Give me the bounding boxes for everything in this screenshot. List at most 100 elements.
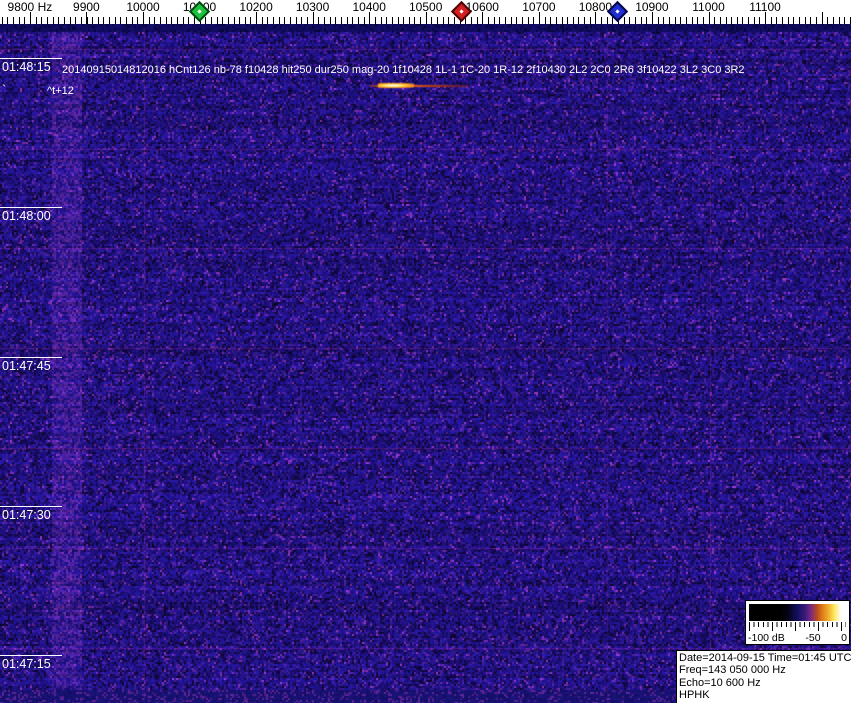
- ruler-minor-tick: [80, 17, 82, 24]
- ruler-minor-tick: [12, 17, 14, 24]
- ruler-minor-tick: [41, 17, 43, 24]
- freq-scale-label: 11000: [692, 0, 725, 14]
- ruler-minor-tick: [75, 17, 77, 24]
- ruler-minor-tick: [63, 17, 65, 24]
- freq-scale-label: 9800 Hz: [7, 0, 53, 14]
- ruler-minor-tick: [674, 17, 676, 24]
- ruler-minor-tick: [227, 17, 229, 24]
- ruler-minor-tick: [471, 17, 472, 24]
- ruler-minor-tick: [222, 17, 224, 24]
- ruler-minor-tick: [504, 17, 506, 24]
- ruler-minor-tick: [697, 17, 699, 24]
- ruler-minor-tick: [799, 17, 800, 24]
- ruler-minor-tick: [374, 17, 376, 24]
- ruler-minor-tick: [488, 17, 489, 24]
- ruler-minor-tick: [499, 17, 501, 24]
- marker-center-dot: [614, 8, 620, 13]
- freq-scale-label: 10900: [635, 0, 669, 14]
- ruler-minor-tick: [606, 17, 608, 24]
- marker-center-dot: [458, 8, 464, 13]
- time-tick-line: [0, 357, 62, 358]
- ruler-minor-tick: [46, 17, 48, 24]
- ruler-minor-tick: [584, 17, 586, 24]
- ruler-minor-tick: [550, 17, 552, 24]
- ruler-minor-tick: [776, 17, 778, 24]
- ruler-minor-tick: [120, 17, 122, 24]
- ruler-minor-tick: [182, 17, 184, 24]
- ruler-minor-tick: [250, 17, 252, 24]
- freq-scale-label: 10700: [522, 0, 556, 14]
- ruler-minor-tick: [233, 17, 235, 24]
- ruler-minor-tick: [832, 17, 834, 24]
- ruler-minor-tick: [154, 17, 156, 24]
- ruler-minor-tick: [290, 17, 291, 24]
- ruler-minor-tick: [815, 17, 817, 24]
- ruler-minor-tick: [97, 17, 99, 24]
- ruler-minor-tick: [160, 17, 161, 24]
- colormap-gradient: [749, 604, 846, 621]
- time-offset-note: ^t+12: [47, 85, 74, 97]
- ruler-minor-tick: [329, 17, 331, 24]
- time-label: 01:48:15: [2, 60, 51, 74]
- ruler-minor-tick: [748, 17, 750, 24]
- freq-scale-label: 10500: [409, 0, 443, 14]
- ruler-minor-tick: [261, 17, 263, 24]
- ruler-minor-tick: [284, 17, 286, 24]
- info-echo: Echo=10 600 Hz: [679, 676, 761, 689]
- ruler-minor-tick: [273, 17, 275, 24]
- echo-head: [378, 83, 414, 88]
- ruler-minor-tick: [442, 17, 444, 24]
- ruler-minor-tick: [555, 17, 557, 24]
- ruler-minor-tick: [188, 17, 190, 24]
- ruler-minor-tick: [176, 17, 178, 24]
- ruler-minor-tick: [35, 17, 37, 24]
- ruler-minor-tick: [335, 17, 337, 24]
- info-station: HPHK: [679, 689, 710, 702]
- ruler-minor-tick: [307, 17, 308, 24]
- ruler-minor-tick: [838, 17, 840, 24]
- detection-annotation: 20140915014812016 hCnt126 nb-78 f10428 h…: [62, 64, 745, 76]
- ruler-minor-tick: [431, 17, 433, 24]
- ruler-minor-tick: [278, 17, 280, 24]
- ruler-minor-tick: [103, 17, 105, 24]
- ruler-minor-tick: [216, 17, 218, 24]
- marker-center-dot: [196, 8, 202, 13]
- ruler-minor-tick: [92, 17, 94, 24]
- ruler-minor-tick: [646, 17, 648, 24]
- status-info-box: Date=2014-09-15 Time=01:45 UTC Freq=143 …: [676, 650, 851, 703]
- time-tick-line: [0, 506, 62, 507]
- ruler-minor-tick: [7, 17, 9, 24]
- ruler-minor-tick: [408, 17, 410, 24]
- ruler-minor-tick: [782, 17, 783, 24]
- ruler-minor-tick: [844, 17, 846, 24]
- ruler-minor-tick: [267, 17, 269, 24]
- ruler-minor-tick: [567, 17, 569, 24]
- ruler-minor-tick: [793, 17, 795, 24]
- ruler-minor-tick: [239, 17, 241, 24]
- time-label: 01:47:45: [2, 359, 51, 373]
- legend-tick-ruler: [749, 622, 846, 631]
- ruler-minor-tick: [476, 17, 478, 24]
- ruler-minor-tick: [244, 17, 246, 24]
- ruler-minor-tick: [24, 17, 26, 24]
- ruler-minor-tick: [510, 17, 512, 24]
- ruler-minor-tick: [137, 17, 139, 24]
- ruler-minor-tick: [352, 17, 354, 24]
- ruler-minor-tick: [810, 17, 812, 24]
- ruler-minor-tick: [714, 17, 716, 24]
- waterfall-display[interactable]: [0, 24, 851, 703]
- ruler-minor-tick: [58, 17, 60, 24]
- ruler-minor-tick: [702, 17, 704, 24]
- ruler-minor-tick: [680, 17, 682, 24]
- legend-label-max: 0: [841, 632, 847, 644]
- frequency-ruler[interactable]: 9800 Hz990010000101001020010300104001050…: [0, 0, 851, 24]
- time-tick-line: [0, 655, 62, 656]
- ruler-minor-tick: [731, 17, 733, 24]
- ruler-minor-tick: [691, 17, 693, 24]
- ruler-minor-tick: [210, 17, 212, 24]
- ruler-minor-tick: [454, 17, 455, 24]
- meteor-echo-streak: [366, 82, 470, 90]
- ruler-minor-tick: [148, 17, 150, 24]
- ruler-minor-tick: [629, 17, 631, 24]
- ruler-minor-tick: [165, 17, 167, 24]
